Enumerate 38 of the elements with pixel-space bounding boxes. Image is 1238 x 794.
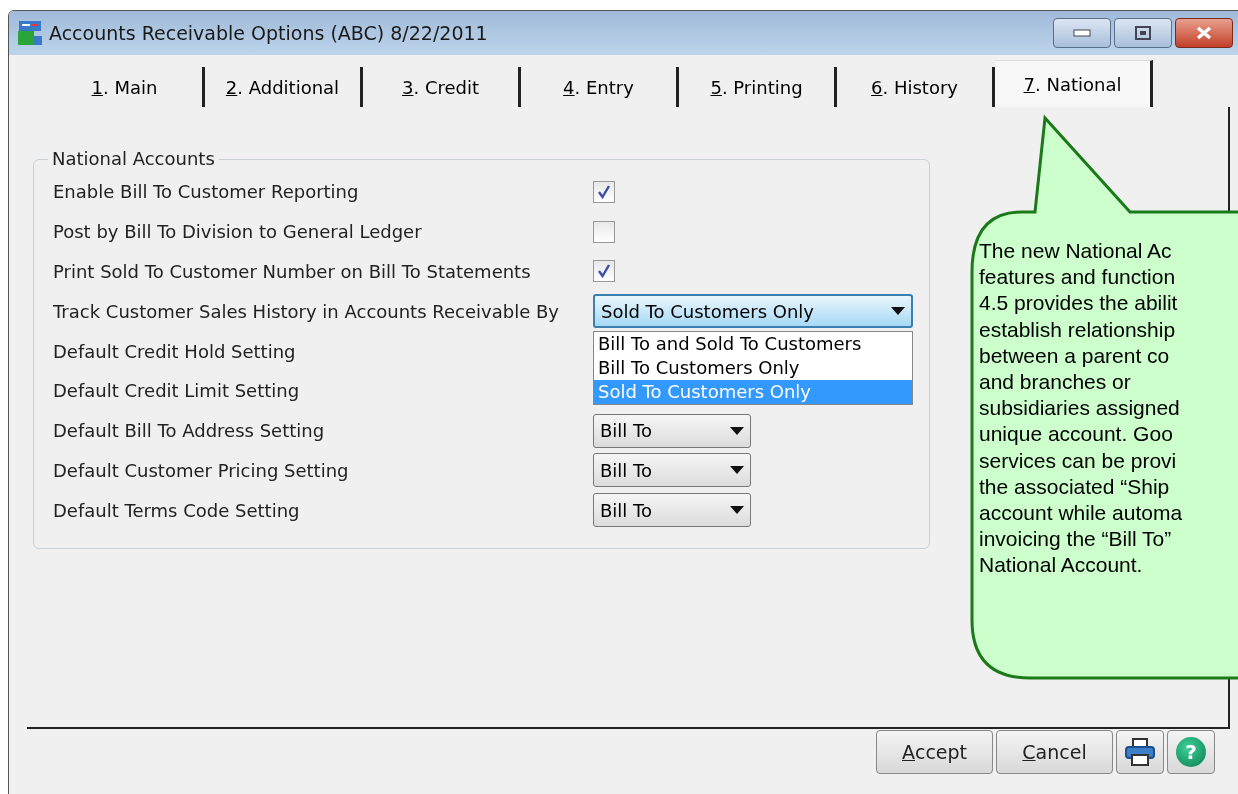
close-button[interactable] <box>1175 18 1233 48</box>
close-icon <box>1195 26 1213 40</box>
dropdown[interactable]: Sold To Customers Only <box>593 294 913 329</box>
dialog-button[interactable]: Cancel <box>996 730 1113 774</box>
dropdown[interactable]: Bill To <box>593 413 751 448</box>
caret-icon <box>891 307 905 316</box>
field-label: Post by Bill To Division to General Ledger <box>53 221 423 243</box>
field-label: Default Customer Pricing Setting <box>53 459 350 481</box>
dropdown[interactable]: Bill To <box>593 493 751 528</box>
dropdown-option[interactable]: Bill To Customers Only <box>594 356 912 381</box>
print-button[interactable] <box>1116 730 1164 774</box>
maximize-button[interactable] <box>1114 18 1172 48</box>
check-icon <box>597 264 611 279</box>
field-label: Default Terms Code Setting <box>53 499 301 521</box>
field-label: Default Credit Limit Setting <box>53 380 301 402</box>
field-label: Track Customer Sales History in Accounts Receivable By <box>53 300 560 322</box>
dialog-button[interactable]: Accept <box>876 730 993 774</box>
checkbox[interactable] <box>593 260 615 283</box>
dropdown-option[interactable]: Bill To and Sold To Customers <box>594 332 912 357</box>
tab[interactable]: 7. National <box>995 60 1153 107</box>
caret-icon <box>730 426 744 435</box>
dropdown[interactable]: Bill To <box>593 453 751 488</box>
caret-icon <box>730 506 744 515</box>
field-label: Default Bill To Address Setting <box>53 420 326 442</box>
checkbox[interactable] <box>593 180 615 203</box>
window-title: Accounts Receivable Options (ABC) 8/22/2011 <box>49 22 488 44</box>
field-label: Default Credit Hold Setting <box>53 340 297 362</box>
app-icon <box>17 20 43 46</box>
callout-text: The new National Ac features and function 4.5 provides the abilit establish relationship between a parent co and branches or subsidiaries assigned unique account. Goo services can be provi the associated “Ship account while automa invoicing the “Bill To” National Account. <box>979 238 1183 579</box>
maximize-icon <box>1135 26 1151 40</box>
printer-icon <box>1125 738 1155 766</box>
check-icon <box>597 184 611 199</box>
caret-icon <box>730 466 744 475</box>
minimize-icon <box>1073 29 1091 37</box>
field-label: Enable Bill To Customer Reporting <box>53 181 360 203</box>
checkbox[interactable] <box>593 220 615 243</box>
field-label: Print Sold To Customer Number on Bill To Statements <box>53 261 532 282</box>
minimize-button[interactable] <box>1053 18 1111 48</box>
